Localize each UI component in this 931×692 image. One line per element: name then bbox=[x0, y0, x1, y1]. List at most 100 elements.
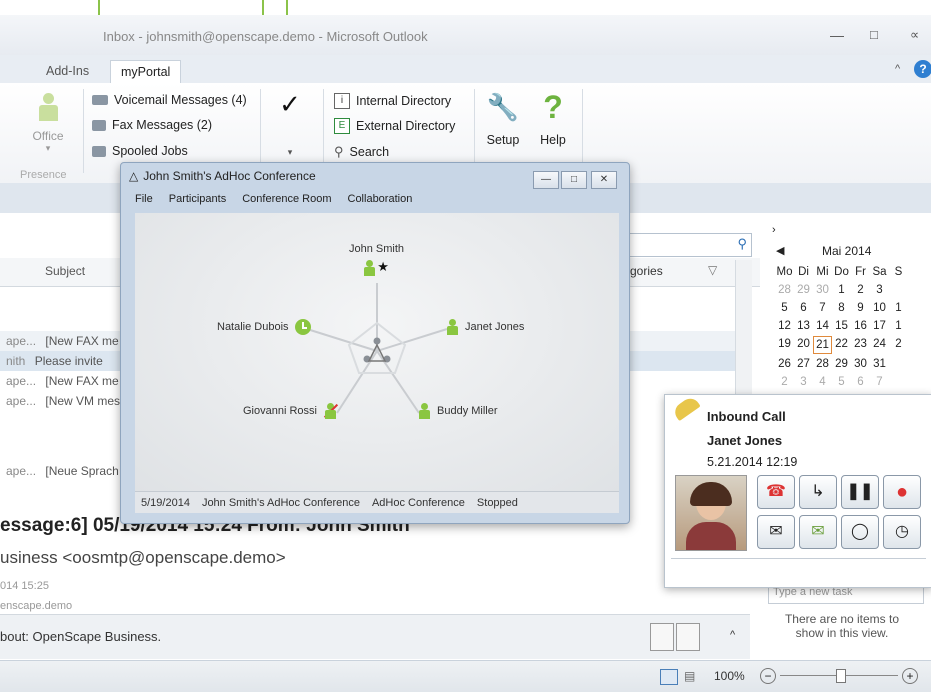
calendar-day[interactable] bbox=[889, 374, 908, 390]
mail-button[interactable]: ✉ bbox=[757, 515, 795, 549]
calendar-day[interactable]: 16 bbox=[851, 318, 870, 334]
tab-add-ins[interactable]: Add-Ins bbox=[36, 60, 99, 82]
calendar-day[interactable]: 1 bbox=[889, 300, 908, 316]
calendar-day[interactable]: 31 bbox=[870, 356, 889, 372]
calendar-day[interactable]: 6 bbox=[794, 300, 813, 316]
conference-window: △ John Smith's AdHoc Conference — □ ✕ Fi… bbox=[120, 162, 630, 524]
reading-view-icon[interactable]: ▤ bbox=[684, 669, 695, 683]
calendar-day[interactable]: 22 bbox=[832, 336, 851, 352]
calendar-day[interactable]: 7 bbox=[813, 300, 832, 316]
search-input[interactable]: ⚲ bbox=[615, 233, 752, 257]
calendar-day[interactable]: 28 bbox=[813, 356, 832, 372]
minimize-button[interactable]: — bbox=[830, 27, 844, 43]
calendar-day[interactable]: 8 bbox=[832, 300, 851, 316]
tab-myportal[interactable]: myPortal bbox=[110, 60, 182, 83]
prev-month-arrow[interactable]: ◀ bbox=[776, 244, 784, 257]
zoom-level: 100% bbox=[714, 669, 745, 683]
calendar-day[interactable]: 2 bbox=[851, 282, 870, 298]
transfer-button[interactable]: ↳ bbox=[799, 475, 837, 509]
calendar-day[interactable]: 29 bbox=[832, 356, 851, 372]
help-circle-icon[interactable]: ? bbox=[914, 60, 931, 78]
chat-button[interactable]: ◯ bbox=[841, 515, 879, 549]
contact-avatar[interactable] bbox=[676, 623, 700, 651]
calendar-day[interactable]: 24 bbox=[870, 336, 889, 352]
zoom-out-button[interactable]: − bbox=[760, 668, 776, 684]
calendar-day[interactable]: 2 bbox=[775, 374, 794, 390]
calendar-day[interactable]: 3 bbox=[794, 374, 813, 390]
record-button[interactable]: ● bbox=[883, 475, 921, 509]
calendar-day[interactable]: 9 bbox=[851, 300, 870, 316]
calendar-day[interactable]: 26 bbox=[775, 356, 794, 372]
hang-up-button[interactable]: ☎ bbox=[757, 475, 795, 509]
help-button[interactable]: ? Help bbox=[533, 91, 573, 147]
calendar-day[interactable]: 3 bbox=[870, 282, 889, 298]
zoom-in-button[interactable]: + bbox=[902, 668, 918, 684]
minimize-button[interactable]: — bbox=[533, 171, 559, 189]
calendar-day[interactable]: 12 bbox=[775, 318, 794, 334]
call-note-input[interactable] bbox=[671, 558, 926, 581]
participant-john-smith[interactable]: John Smith ★ bbox=[349, 243, 404, 277]
calendar-day[interactable]: 27 bbox=[794, 356, 813, 372]
call-forward-button[interactable]: ✓ ▾ bbox=[270, 89, 310, 158]
calendar-day[interactable] bbox=[889, 282, 908, 298]
internal-directory-icon: i bbox=[334, 93, 350, 109]
calendar-day[interactable]: 21 bbox=[813, 336, 832, 354]
close-button[interactable]: ✕ bbox=[591, 171, 617, 189]
calendar-day[interactable]: 14 bbox=[813, 318, 832, 334]
mail-subject: [Neue Sprach bbox=[45, 464, 119, 478]
hold-button[interactable]: ❚❚ bbox=[841, 475, 879, 509]
calendar-day[interactable]: 5 bbox=[832, 374, 851, 390]
participant-giovanni-rossi[interactable]: Giovanni Rossi bbox=[243, 403, 339, 419]
participant-natalie-dubois[interactable]: Natalie Dubois bbox=[217, 319, 311, 335]
calendar-day[interactable]: 28 bbox=[775, 282, 794, 298]
voicemail-icon bbox=[92, 95, 108, 105]
calendar-day[interactable]: 6 bbox=[851, 374, 870, 390]
calendar-day[interactable]: 4 bbox=[813, 374, 832, 390]
setup-button[interactable]: 🔧 Setup bbox=[483, 91, 523, 147]
voicemail-messages-button[interactable]: Voicemail Messages (4) bbox=[92, 93, 247, 107]
calendar-day[interactable]: 19 bbox=[775, 336, 794, 352]
chevron-up-icon[interactable]: ^ bbox=[730, 629, 735, 641]
calendar-day[interactable]: 13 bbox=[794, 318, 813, 334]
chevron-up-icon[interactable]: ^ bbox=[895, 63, 900, 75]
internal-directory-button[interactable]: i Internal Directory bbox=[334, 93, 451, 109]
contact-avatar[interactable] bbox=[650, 623, 674, 651]
maximize-button[interactable]: □ bbox=[870, 27, 878, 42]
zoom-slider-thumb[interactable] bbox=[836, 669, 846, 683]
calendar-day[interactable]: 30 bbox=[813, 282, 832, 298]
menu-collaboration[interactable]: Collaboration bbox=[348, 193, 413, 213]
calendar-day[interactable]: 1 bbox=[889, 318, 908, 334]
note-button[interactable]: ✉ bbox=[799, 515, 837, 549]
calendar-day[interactable]: 17 bbox=[870, 318, 889, 334]
chevron-right-icon[interactable]: › bbox=[772, 224, 776, 236]
menu-file[interactable]: File bbox=[135, 193, 153, 213]
calendar-day[interactable]: 2 bbox=[889, 336, 908, 352]
spooled-jobs-button[interactable]: Spooled Jobs bbox=[92, 144, 188, 158]
calendar-day[interactable]: 10 bbox=[870, 300, 889, 316]
phone-lightning-icon: ✓ bbox=[279, 89, 301, 119]
calendar-day[interactable] bbox=[889, 356, 908, 372]
calendar-day[interactable]: 29 bbox=[794, 282, 813, 298]
flag-icon[interactable]: ▽ bbox=[708, 263, 717, 277]
voicemail-label: Voicemail Messages (4) bbox=[114, 93, 247, 107]
participant-buddy-miller[interactable]: Buddy Miller bbox=[419, 403, 498, 419]
calendar-day[interactable]: 5 bbox=[775, 300, 794, 316]
calendar-day[interactable]: 23 bbox=[851, 336, 870, 352]
maximize-button[interactable]: □ bbox=[561, 171, 587, 189]
office-presence-button[interactable]: Office ▾ bbox=[28, 93, 68, 154]
reminder-button[interactable]: ◷ bbox=[883, 515, 921, 549]
normal-view-icon[interactable] bbox=[660, 669, 678, 685]
calendar-day[interactable]: 7 bbox=[870, 374, 889, 390]
close-button[interactable]: ∝ bbox=[910, 27, 919, 43]
participant-janet-jones[interactable]: Janet Jones bbox=[447, 319, 524, 335]
menu-participants[interactable]: Participants bbox=[169, 193, 226, 213]
fax-messages-button[interactable]: Fax Messages (2) bbox=[92, 118, 212, 132]
calendar-day[interactable]: 20 bbox=[794, 336, 813, 352]
external-directory-button[interactable]: E External Directory bbox=[334, 118, 455, 134]
menu-conference-room[interactable]: Conference Room bbox=[242, 193, 331, 213]
calendar-day[interactable]: 30 bbox=[851, 356, 870, 372]
calendar-day[interactable]: 15 bbox=[832, 318, 851, 334]
search-button[interactable]: ⚲ Search bbox=[334, 144, 389, 160]
subject-column-header[interactable]: Subject bbox=[45, 264, 85, 278]
calendar-day[interactable]: 1 bbox=[832, 282, 851, 298]
